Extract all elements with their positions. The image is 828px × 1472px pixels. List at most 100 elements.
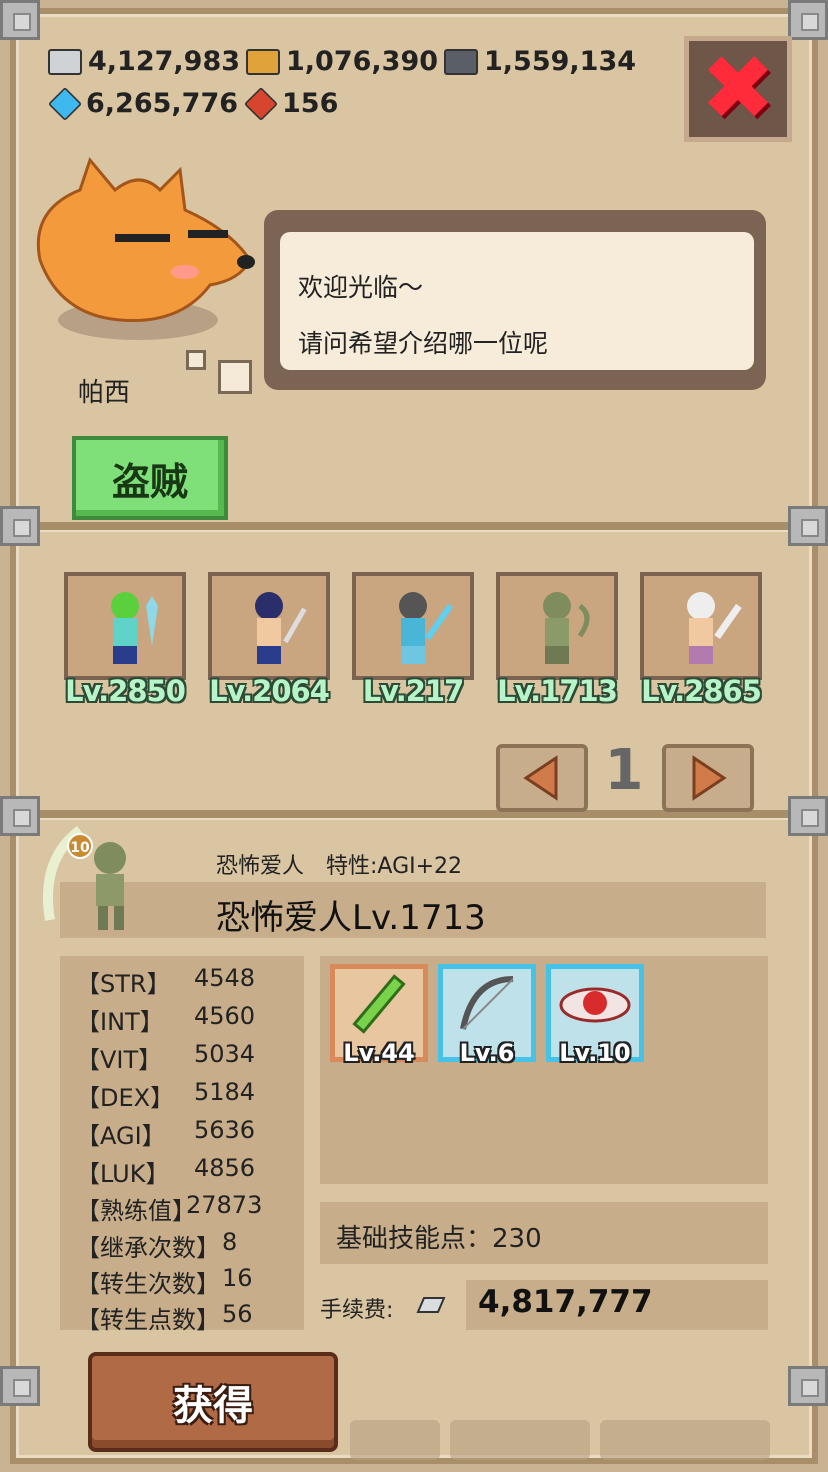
frame-corner [0, 1366, 40, 1406]
stat-value: 5636 [194, 1116, 256, 1144]
red-gem-icon [244, 86, 278, 121]
ore-icon [444, 48, 478, 75]
resource-value: 1,559,134 [484, 46, 637, 77]
skill-level: Lv.6 [459, 1039, 515, 1067]
stat-label: 【INT】 [76, 1008, 164, 1036]
stat-value: 27873 [186, 1191, 263, 1219]
skill-slot[interactable]: Lv.10 [546, 964, 644, 1067]
hero-card[interactable]: Lv.1713 [496, 572, 618, 708]
hero-level: Lv.2865 [641, 674, 762, 708]
stat-label: 【VIT】 [76, 1046, 163, 1074]
get-button[interactable]: 获得 [88, 1352, 338, 1452]
stat-row: 【AGI】 5636 [76, 1116, 255, 1151]
skill-slot[interactable]: Lv.6 [438, 964, 536, 1067]
bow-skill-icon [460, 976, 514, 1030]
resource-silver: 4,127,983 [48, 46, 240, 77]
silver-ingot-icon [416, 1297, 446, 1313]
skill-slot[interactable]: Lv.44 [330, 964, 428, 1067]
resource-value: 6,265,776 [86, 88, 239, 119]
close-icon: ✖ [700, 36, 776, 141]
stat-label: 【转生点数】 [76, 1306, 220, 1334]
page-number: 1 [604, 738, 644, 803]
speech-line: 欢迎光临～ [298, 273, 424, 302]
background-tab [600, 1420, 770, 1460]
silver-ingot-icon [48, 48, 82, 75]
background-tab [350, 1420, 440, 1460]
frame-corner [788, 0, 828, 40]
frame-corner [788, 506, 828, 546]
stat-label: 【转生次数】 [76, 1270, 220, 1298]
skill-level: Lv.10 [559, 1039, 631, 1067]
resource-blue-gem: 6,265,776 [48, 86, 239, 121]
hero-subtitle: 恐怖爱人 特性:AGI+22 [216, 854, 463, 879]
class-tab-button[interactable]: 盗贼 [72, 436, 228, 520]
speech-tail-dot [186, 350, 206, 370]
frame-corner [0, 796, 40, 836]
hero-level: Lv.217 [362, 674, 465, 708]
hero-level: Lv.2064 [209, 674, 330, 708]
prev-page-button[interactable] [496, 744, 588, 812]
hero-card[interactable]: Lv.217 [352, 572, 474, 708]
fee-label: 手续费: [320, 1298, 394, 1323]
frame-corner [788, 796, 828, 836]
background-tab [450, 1420, 590, 1460]
blue-gem-icon [48, 86, 82, 121]
hero-sprite [255, 592, 307, 664]
green-blade-skill-icon [352, 974, 406, 1034]
speech-bubble: 欢迎光临～ 请问希望介绍哪一位呢 [264, 210, 766, 390]
stat-row: 【继承次数】 8 [76, 1228, 237, 1263]
stat-row: 【INT】 4560 [76, 1002, 255, 1037]
stat-value: 4856 [194, 1154, 256, 1182]
hero-card[interactable]: Lv.2064 [208, 572, 330, 708]
stat-value: 5034 [194, 1040, 256, 1068]
resource-wood: 1,076,390 [246, 46, 438, 77]
red-eye-skill-icon [559, 987, 631, 1023]
hero-title: 恐怖爱人Lv.1713 [216, 898, 486, 938]
stat-value: 56 [222, 1300, 253, 1328]
hero-level: Lv.2850 [65, 674, 186, 708]
speech-line: 请问希望介绍哪一位呢 [298, 329, 549, 358]
stat-label: 【STR】 [76, 970, 171, 998]
resource-value: 1,076,390 [286, 46, 439, 77]
resource-red-gem: 156 [244, 86, 339, 121]
arrow-left-icon [523, 755, 558, 801]
hero-card[interactable]: Lv.2850 [64, 572, 186, 708]
arrow-right-icon [692, 755, 727, 801]
stat-row: 【LUK】 4856 [76, 1154, 255, 1189]
stat-label: 【AGI】 [76, 1122, 166, 1150]
selected-hero-sprite: 10 [43, 826, 126, 930]
hero-card[interactable]: Lv.2865 [640, 572, 762, 708]
npc-name: 帕西 [78, 378, 131, 408]
hero-level: Lv.1713 [497, 674, 618, 708]
stat-value: 16 [222, 1264, 253, 1292]
npc-portrait [36, 156, 255, 340]
stat-value: 4548 [194, 964, 256, 992]
stat-value: 5184 [194, 1078, 256, 1106]
resource-ore: 1,559,134 [444, 46, 636, 77]
close-button[interactable]: ✖ [684, 36, 792, 142]
skill-points: 基础技能点：230 [336, 1224, 542, 1254]
next-page-button[interactable] [662, 744, 754, 812]
hero-sprite [543, 592, 590, 664]
hero-sprite [687, 592, 742, 664]
stat-row: 【转生次数】 16 [76, 1264, 253, 1299]
stat-label: 【熟练值】 [76, 1197, 196, 1225]
resource-value: 4,127,983 [88, 46, 241, 77]
wood-icon [246, 48, 280, 75]
speech-tail-dot [218, 360, 252, 394]
frame-corner [788, 1366, 828, 1406]
divider-top [16, 522, 812, 530]
hero-rank-badge: 10 [70, 840, 90, 856]
stat-value: 8 [222, 1228, 238, 1256]
stat-value: 4560 [194, 1002, 256, 1030]
frame-corner [0, 506, 40, 546]
stat-label: 【继承次数】 [76, 1234, 220, 1262]
skill-level: Lv.44 [343, 1039, 415, 1067]
fee-value: 4,817,777 [478, 1284, 653, 1320]
stat-row: 【转生点数】 56 [76, 1300, 253, 1335]
stat-row: 【STR】 4548 [76, 964, 255, 999]
resource-value: 156 [282, 88, 339, 119]
frame-corner [0, 0, 40, 40]
hero-sprite [111, 592, 158, 664]
stat-label: 【LUK】 [76, 1160, 170, 1188]
